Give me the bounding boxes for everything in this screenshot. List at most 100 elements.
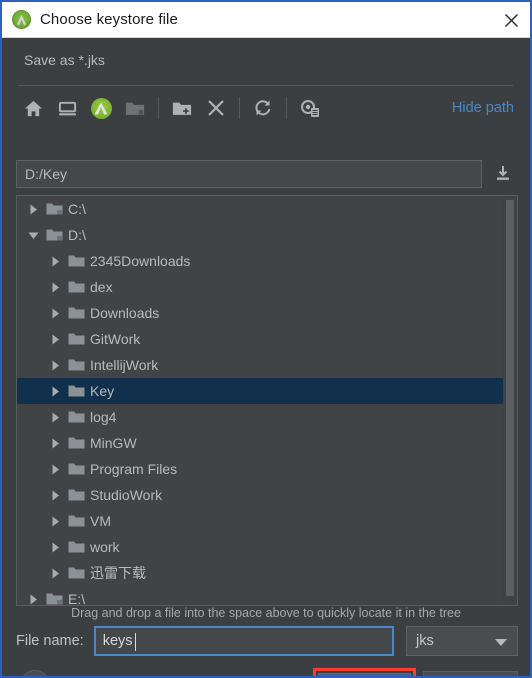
extension-dropdown[interactable]: jks [406, 626, 518, 656]
tree-row-label: Downloads [90, 305, 160, 321]
home-icon[interactable] [16, 93, 50, 123]
toolbar-divider [239, 97, 240, 119]
dialog-title: Choose keystore file [40, 11, 178, 28]
folder-icon [43, 202, 65, 216]
tree-row-label: C:\ [68, 201, 86, 217]
tree-row[interactable]: StudioWork [17, 482, 503, 508]
chevron-right-icon[interactable] [45, 256, 65, 267]
title-bar: Choose keystore file [2, 2, 530, 38]
directory-tree-panel: C:\ D:\ 2345Downloads dex Downloads GitWork In… [16, 195, 518, 606]
directory-tree[interactable]: C:\ D:\ 2345Downloads dex Downloads GitWork In… [17, 196, 503, 605]
tree-row[interactable]: E:\ [17, 586, 503, 605]
folder-icon [65, 306, 87, 320]
tree-row[interactable]: 2345Downloads [17, 248, 503, 274]
tree-row-label: Program Files [90, 461, 178, 477]
folder-icon [65, 384, 87, 398]
tree-row[interactable]: C:\ [17, 196, 503, 222]
chevron-right-icon[interactable] [45, 464, 65, 475]
help-button[interactable]: ? [20, 670, 50, 676]
hide-path-link[interactable]: Hide path [452, 100, 520, 116]
folder-icon [65, 540, 87, 554]
close-icon[interactable] [498, 7, 524, 33]
tree-row[interactable]: Program Files [17, 456, 503, 482]
desktop-icon[interactable] [50, 93, 84, 123]
folder-icon [65, 254, 87, 268]
tree-row[interactable]: dex [17, 274, 503, 300]
delete-icon[interactable] [199, 93, 233, 123]
cancel-button[interactable]: Cancel [423, 671, 518, 676]
chevron-down-icon [495, 639, 507, 646]
chevron-right-icon[interactable] [23, 594, 43, 605]
tree-row-label: MinGW [90, 435, 137, 451]
chevron-right-icon[interactable] [45, 438, 65, 449]
tree-row[interactable]: Key [17, 378, 503, 404]
tree-row[interactable]: 迅雷下载 [17, 560, 503, 586]
folder-icon [65, 566, 87, 580]
folder-icon [43, 592, 65, 605]
folder-icon [65, 280, 87, 294]
chevron-right-icon[interactable] [45, 412, 65, 423]
chevron-right-icon[interactable] [45, 386, 65, 397]
extension-value: jks [416, 633, 434, 649]
show-hidden-icon[interactable] [293, 93, 327, 123]
tree-row[interactable]: GitWork [17, 326, 503, 352]
tree-row-label: GitWork [90, 331, 141, 347]
tree-row-label: 迅雷下载 [90, 565, 146, 581]
path-input[interactable] [16, 160, 482, 188]
tree-row-label: Key [90, 383, 115, 399]
tree-row-label: E:\ [68, 591, 86, 605]
folder-icon [65, 410, 87, 424]
file-name-row: File name: jks [16, 626, 518, 656]
tree-scrollbar[interactable] [503, 196, 517, 605]
tree-row[interactable]: IntellijWork [17, 352, 503, 378]
folder-icon [65, 514, 87, 528]
tree-row-label: VM [90, 513, 111, 529]
chevron-right-icon[interactable] [23, 204, 43, 215]
save-download-icon[interactable] [488, 160, 518, 188]
folder-icon [65, 358, 87, 372]
tree-row-label: work [90, 539, 120, 555]
tree-row-label: 2345Downloads [90, 253, 191, 269]
tree-row[interactable]: D:\ [17, 222, 503, 248]
chevron-right-icon[interactable] [45, 360, 65, 371]
drag-drop-hint: Drag and drop a file into the space abov… [71, 606, 461, 620]
chevron-right-icon[interactable] [45, 490, 65, 501]
toolbar-divider [286, 97, 287, 119]
text-caret [134, 633, 136, 651]
chevron-down-icon[interactable] [23, 230, 43, 241]
chevron-right-icon[interactable] [45, 334, 65, 345]
path-row [16, 160, 518, 188]
tree-row-label: D:\ [68, 227, 86, 243]
android-studio-icon[interactable] [84, 93, 118, 123]
refresh-icon[interactable] [246, 93, 280, 123]
folder-icon [65, 332, 87, 346]
tree-row[interactable]: Downloads [17, 300, 503, 326]
folder-icon [65, 462, 87, 476]
toolbar-divider [158, 97, 159, 119]
chevron-right-icon[interactable] [45, 568, 65, 579]
ok-button[interactable]: OK [318, 673, 411, 676]
folder-icon [43, 228, 65, 242]
choose-keystore-file-dialog: Choose keystore file Save as *.jks Hide … [0, 0, 532, 678]
dialog-body: Save as *.jks Hide path D:/Key C:\ D:\ 2… [2, 38, 530, 676]
tree-scrollbar-thumb[interactable] [506, 200, 514, 596]
divider [19, 85, 513, 86]
tree-row-label: StudioWork [90, 487, 163, 503]
new-folder-icon[interactable] [165, 93, 199, 123]
tree-row[interactable]: work [17, 534, 503, 560]
tree-row-label: dex [90, 279, 113, 295]
tree-row[interactable]: VM [17, 508, 503, 534]
folder-icon [65, 436, 87, 450]
tree-row[interactable]: MinGW [17, 430, 503, 456]
folder-icon [118, 93, 152, 123]
chevron-right-icon[interactable] [45, 542, 65, 553]
chevron-right-icon[interactable] [45, 282, 65, 293]
file-name-input-wrapper[interactable] [93, 626, 394, 656]
tree-row[interactable]: log4 [17, 404, 503, 430]
tree-row-label: IntellijWork [90, 357, 159, 373]
file-name-input[interactable] [95, 628, 392, 654]
chevron-right-icon[interactable] [45, 308, 65, 319]
tree-row-label: log4 [90, 409, 117, 425]
folder-icon [65, 488, 87, 502]
chevron-right-icon[interactable] [45, 516, 65, 527]
